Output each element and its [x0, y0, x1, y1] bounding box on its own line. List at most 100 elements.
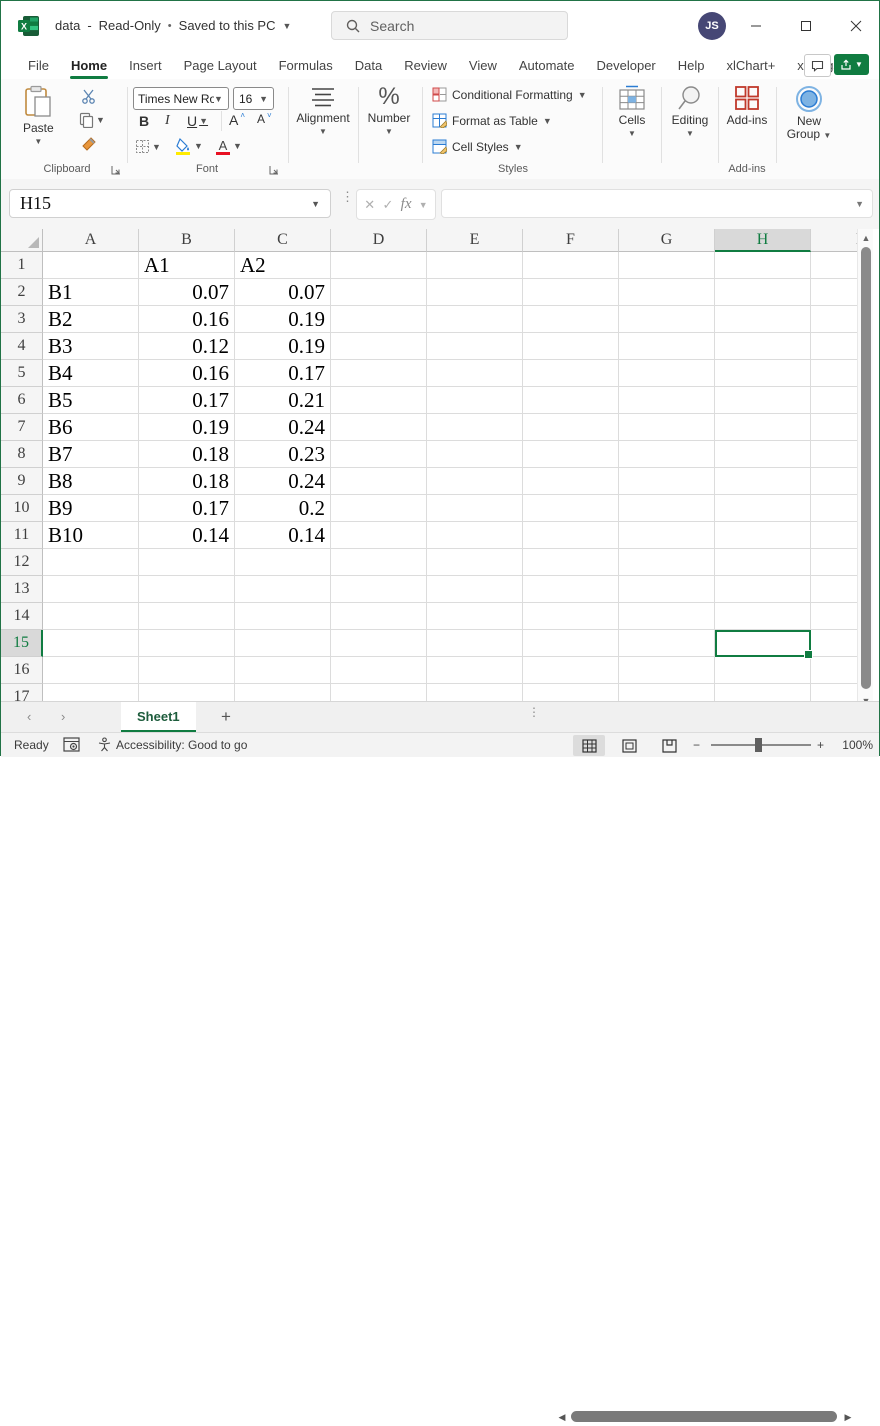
cell-E4[interactable] [427, 333, 523, 360]
cell-E17[interactable] [427, 684, 523, 701]
cell-E9[interactable] [427, 468, 523, 495]
cell-E8[interactable] [427, 441, 523, 468]
zoom-level[interactable]: 100% [833, 738, 873, 752]
font-dialog-launcher[interactable] [269, 165, 279, 175]
tab-page-layout[interactable]: Page Layout [173, 53, 268, 78]
search-input[interactable]: Search [331, 11, 568, 40]
cell-E13[interactable] [427, 576, 523, 603]
cell-D16[interactable] [331, 657, 427, 684]
cell-H6[interactable] [715, 387, 811, 414]
tab-review[interactable]: Review [393, 53, 458, 78]
clipboard-dialog-launcher[interactable] [111, 165, 121, 175]
cell-A15[interactable] [43, 630, 139, 657]
format-as-table-button[interactable]: Format as Table ▼ [432, 113, 552, 128]
borders-button[interactable]: ▼ [135, 139, 161, 154]
column-header-B[interactable]: B [139, 229, 235, 252]
cell-F2[interactable] [523, 279, 619, 306]
cell-D14[interactable] [331, 603, 427, 630]
cell-B15[interactable] [139, 630, 235, 657]
cell-G10[interactable] [619, 495, 715, 522]
cut-button[interactable] [81, 89, 96, 104]
font-name-select[interactable]: Times New Roman ▼ [133, 87, 229, 110]
cell-F6[interactable] [523, 387, 619, 414]
cell-C3[interactable]: 0.19 [235, 306, 331, 333]
cell-F10[interactable] [523, 495, 619, 522]
cell-C15[interactable] [235, 630, 331, 657]
cell-C9[interactable]: 0.24 [235, 468, 331, 495]
bold-button[interactable]: B [139, 113, 149, 129]
cells-button[interactable]: Cells ▼ [607, 85, 657, 138]
cell-F13[interactable] [523, 576, 619, 603]
column-header-F[interactable]: F [523, 229, 619, 252]
cell-H12[interactable] [715, 549, 811, 576]
cell-D4[interactable] [331, 333, 427, 360]
enter-icon[interactable]: ✓ [382, 197, 393, 213]
cell-A5[interactable]: B4 [43, 360, 139, 387]
font-size-select[interactable]: 16 ▼ [233, 87, 274, 110]
cell-F16[interactable] [523, 657, 619, 684]
cell-H2[interactable] [715, 279, 811, 306]
cell-G12[interactable] [619, 549, 715, 576]
cell-D17[interactable] [331, 684, 427, 701]
cell-I9[interactable] [811, 468, 857, 495]
cell-F9[interactable] [523, 468, 619, 495]
cell-D10[interactable] [331, 495, 427, 522]
next-sheet-arrow[interactable]: › [61, 709, 65, 724]
cell-A16[interactable] [43, 657, 139, 684]
cell-G7[interactable] [619, 414, 715, 441]
column-header-D[interactable]: D [331, 229, 427, 252]
cell-H9[interactable] [715, 468, 811, 495]
horizontal-scroll-thumb[interactable] [571, 1411, 837, 1422]
cancel-icon[interactable]: ✕ [364, 197, 375, 213]
cell-G4[interactable] [619, 333, 715, 360]
cell-A8[interactable]: B7 [43, 441, 139, 468]
addins-button[interactable]: Add-ins [722, 85, 772, 127]
cell-F11[interactable] [523, 522, 619, 549]
tab-developer[interactable]: Developer [586, 53, 667, 78]
cell-I13[interactable] [811, 576, 857, 603]
italic-button[interactable]: I [165, 113, 170, 129]
add-sheet-button[interactable]: + [221, 707, 231, 727]
format-painter-button[interactable] [81, 136, 97, 152]
cell-A1[interactable] [43, 252, 139, 279]
cell-H7[interactable] [715, 414, 811, 441]
cell-H10[interactable] [715, 495, 811, 522]
cell-C10[interactable]: 0.2 [235, 495, 331, 522]
name-box[interactable]: H15 ▼ [9, 189, 331, 218]
cell-C17[interactable] [235, 684, 331, 701]
cell-B6[interactable]: 0.17 [139, 387, 235, 414]
cell-B7[interactable]: 0.19 [139, 414, 235, 441]
sheet-tab-sheet1[interactable]: Sheet1 [121, 702, 196, 732]
cell-B14[interactable] [139, 603, 235, 630]
cell-I14[interactable] [811, 603, 857, 630]
cell-G3[interactable] [619, 306, 715, 333]
zoom-slider-thumb[interactable] [755, 738, 762, 752]
cell-H16[interactable] [715, 657, 811, 684]
comments-button[interactable] [804, 54, 831, 77]
cell-B10[interactable]: 0.17 [139, 495, 235, 522]
cell-H14[interactable] [715, 603, 811, 630]
tab-view[interactable]: View [458, 53, 508, 78]
cell-C12[interactable] [235, 549, 331, 576]
copy-button[interactable]: ▼ [79, 112, 105, 128]
conditional-formatting-button[interactable]: Conditional Formatting ▼ [432, 87, 587, 102]
cell-I6[interactable] [811, 387, 857, 414]
cell-E16[interactable] [427, 657, 523, 684]
cell-I2[interactable] [811, 279, 857, 306]
view-normal-button[interactable] [573, 735, 605, 756]
cell-G5[interactable] [619, 360, 715, 387]
fill-handle[interactable] [804, 650, 813, 659]
view-page-layout-button[interactable] [613, 735, 645, 756]
cell-D2[interactable] [331, 279, 427, 306]
cell-C13[interactable] [235, 576, 331, 603]
row-header-5[interactable]: 5 [1, 360, 43, 387]
close-button[interactable] [839, 13, 873, 39]
cell-I10[interactable] [811, 495, 857, 522]
cell-H17[interactable] [715, 684, 811, 701]
avatar[interactable]: JS [698, 12, 726, 40]
cell-C8[interactable]: 0.23 [235, 441, 331, 468]
new-group-button[interactable]: New Group ▼ [781, 85, 837, 142]
row-header-4[interactable]: 4 [1, 333, 43, 360]
column-header-E[interactable]: E [427, 229, 523, 252]
cell-A12[interactable] [43, 549, 139, 576]
